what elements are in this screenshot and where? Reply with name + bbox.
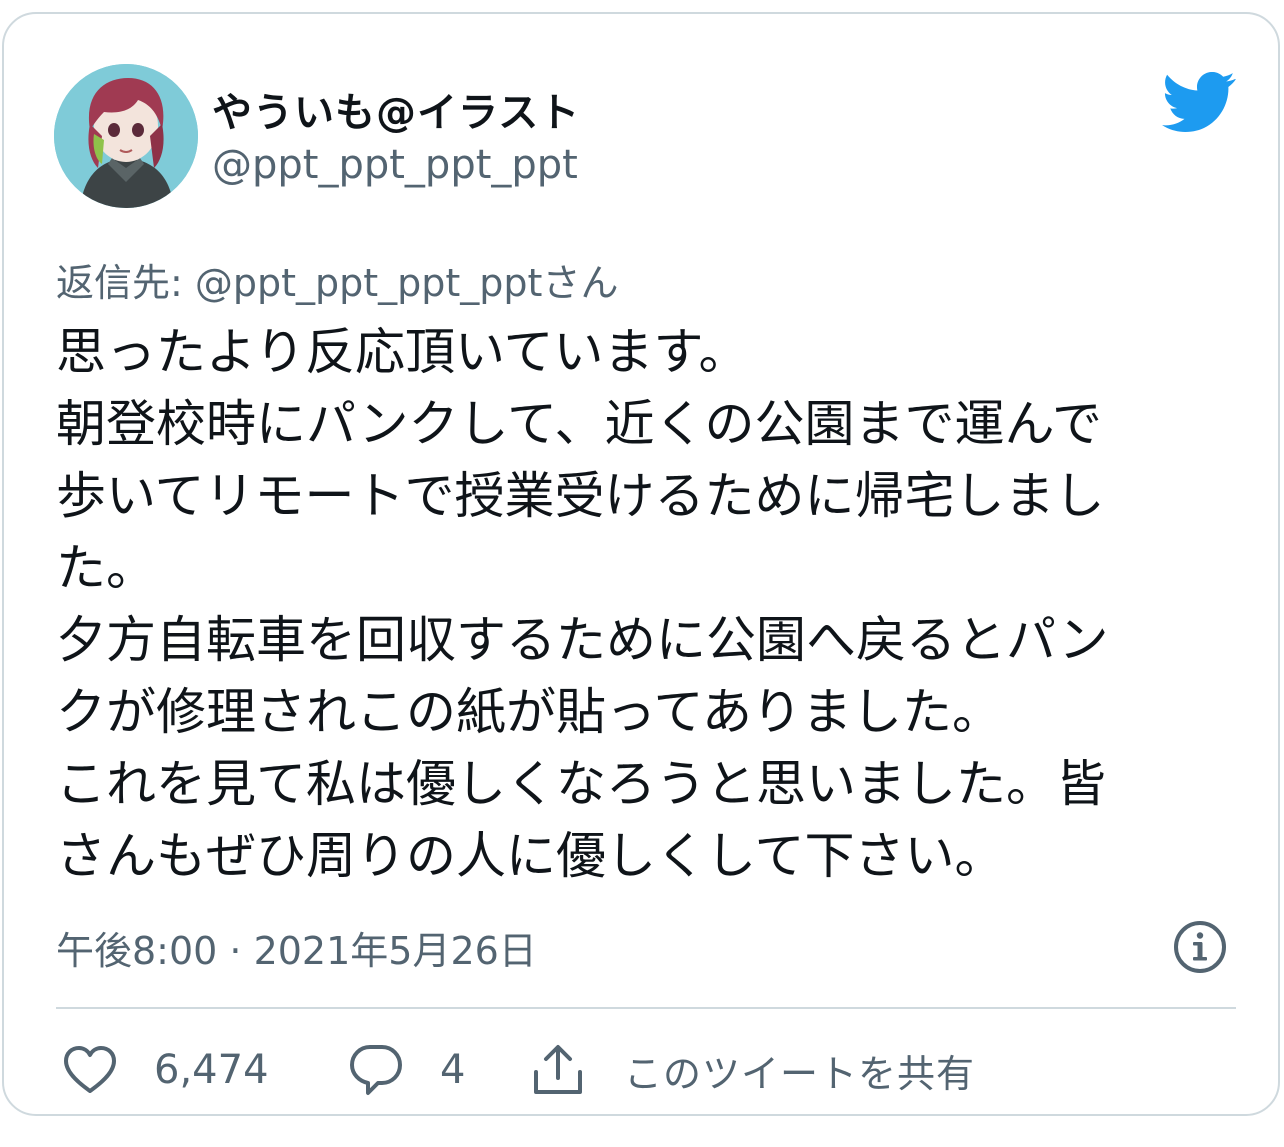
tweet-text-line: 朝登校時にパンクして、近くの公園まで運んで [56, 395, 1102, 453]
heart-icon [64, 1046, 116, 1093]
author-handle[interactable]: @ppt_ppt_ppt_ppt [212, 142, 578, 188]
like-button[interactable]: 6,474 [62, 1040, 269, 1100]
tweet-text-line: 思ったより反応頂いています。 [56, 323, 749, 381]
tweet-text-line: 歩いてリモートで授業受けるために帰宅しまし [56, 467, 1105, 525]
share-button[interactable]: このツイートを共有 [530, 1040, 975, 1100]
tweet-text-line: これを見て私は優しくなろうと思いました。皆 [56, 755, 1106, 813]
tweet-card: やういも@イラスト @ppt_ppt_ppt_ppt 返信先: @ppt_ppt… [2, 12, 1280, 1116]
tweet-text: 思ったより反応頂いています。 朝登校時にパンクして、近くの公園まで運んで 歩いて… [56, 316, 1246, 892]
reply-to-label[interactable]: 返信先: @ppt_ppt_ppt_pptさん [56, 252, 618, 307]
reply-button[interactable]: 4 [348, 1040, 465, 1100]
divider [56, 1007, 1236, 1009]
tweet-text-line: さんもぜひ周りの人に優しくして下さい。 [56, 827, 1005, 885]
share-label: このツイートを共有 [624, 1051, 976, 1096]
speech-bubble-icon [350, 1045, 402, 1095]
like-count: 6,474 [154, 1047, 269, 1093]
tweet-text-line: 夕方自転車を回収するために公園へ戻るとパン [56, 611, 1109, 669]
tweet-text-line: クが修理されこの紙が貼ってありました。 [56, 683, 1002, 741]
tweet-timestamp[interactable]: 午後8:00 · 2021年5月26日 [56, 920, 537, 975]
info-icon[interactable] [1172, 919, 1228, 975]
tweet-text-line: た。 [56, 539, 156, 597]
share-icon [534, 1045, 582, 1094]
reply-count: 4 [440, 1047, 466, 1093]
user-avatar-illustration [54, 64, 198, 208]
author-display-name[interactable]: やういも@イラスト [212, 80, 580, 138]
twitter-bird-icon[interactable] [1162, 71, 1236, 132]
avatar[interactable] [54, 64, 198, 208]
